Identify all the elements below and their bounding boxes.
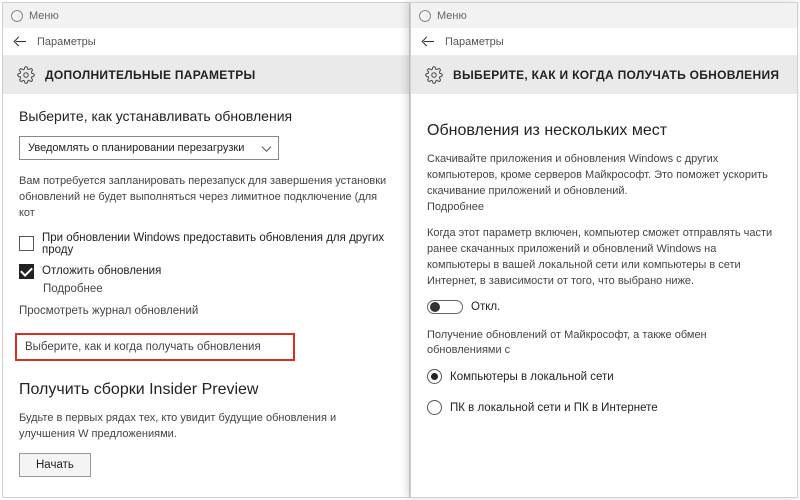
settings-window-advanced: Меню Параметры ДОПОЛНИТЕЛЬНЫЕ ПАРАМЕТРЫ …	[2, 2, 410, 498]
multi-description-2: Когда этот параметр включен, компьютер с…	[427, 226, 781, 290]
page-header: ДОПОЛНИТЕЛЬНЫЕ ПАРАМЕТРЫ	[3, 56, 409, 94]
breadcrumb[interactable]: Параметры	[37, 36, 96, 48]
app-icon	[11, 10, 23, 22]
checkbox-label: Отложить обновления	[42, 265, 161, 277]
checkbox-icon	[19, 236, 34, 251]
content: Выберите, как устанавливать обновления У…	[3, 94, 409, 491]
back-icon[interactable]	[13, 35, 27, 49]
radio-local-and-internet[interactable]: ПК в локальной сети и ПК в Интернете	[427, 400, 781, 415]
checkbox-other-products[interactable]: При обновлении Windows предоставить обно…	[19, 232, 393, 256]
checkbox-icon-checked	[19, 264, 34, 279]
toggle-label: Откл.	[471, 301, 500, 313]
source-description: Получение обновлений от Майкрософт, а та…	[427, 328, 781, 360]
settings-window-delivery: Меню Параметры ВЫБЕРИТЕ, КАК И КОГДА ПОЛ…	[410, 2, 798, 498]
update-history-link[interactable]: Просмотреть журнал обновлений	[19, 305, 393, 317]
insider-description: Будьте в первых рядах тех, кто увидит бу…	[19, 411, 393, 443]
radio-label: Компьютеры в локальной сети	[450, 371, 614, 383]
install-description: Вам потребуется запланировать перезапуск…	[19, 174, 393, 222]
delivery-optimization-link[interactable]: Выберите, как и когда получать обновлени…	[15, 333, 295, 361]
toggle-thumb	[430, 302, 440, 312]
radio-icon	[427, 400, 442, 415]
section-heading-insider: Получить сборки Insider Preview	[19, 381, 393, 399]
learn-more-link[interactable]: Подробнее	[43, 283, 393, 295]
toggle-track	[427, 300, 463, 314]
back-bar: Параметры	[411, 28, 797, 56]
gear-icon	[17, 66, 35, 84]
section-heading-install: Выберите, как устанавливать обновления	[19, 108, 393, 124]
breadcrumb[interactable]: Параметры	[445, 36, 504, 48]
radio-local-only[interactable]: Компьютеры в локальной сети	[427, 369, 781, 384]
section-heading-multi: Обновления из нескольких мест	[427, 122, 781, 140]
page-title: ВЫБЕРИТЕ, КАК И КОГДА ПОЛУЧАТЬ ОБНОВЛЕНИ…	[453, 68, 779, 82]
back-icon[interactable]	[421, 35, 435, 49]
titlebar-text: Меню	[29, 10, 59, 22]
content: Обновления из нескольких мест Скачивайте…	[411, 94, 797, 437]
radio-icon-checked	[427, 369, 442, 384]
titlebar[interactable]: Меню	[411, 3, 797, 28]
select-value: Уведомлять о планировании перезагрузки	[28, 142, 244, 154]
learn-more-link[interactable]: Подробнее	[427, 201, 484, 213]
page-header: ВЫБЕРИТЕ, КАК И КОГДА ПОЛУЧАТЬ ОБНОВЛЕНИ…	[411, 56, 797, 94]
install-mode-select[interactable]: Уведомлять о планировании перезагрузки	[19, 136, 279, 160]
titlebar-text: Меню	[437, 10, 467, 22]
start-button[interactable]: Начать	[19, 453, 91, 477]
gear-icon	[425, 66, 443, 84]
page-title: ДОПОЛНИТЕЛЬНЫЕ ПАРАМЕТРЫ	[45, 68, 256, 82]
checkbox-defer-updates[interactable]: Отложить обновления	[19, 264, 393, 279]
multi-description-1: Скачивайте приложения и обновления Windo…	[427, 152, 781, 216]
radio-label: ПК в локальной сети и ПК в Интернете	[450, 402, 658, 414]
back-bar: Параметры	[3, 28, 409, 56]
multi-source-toggle[interactable]: Откл.	[427, 300, 781, 314]
app-icon	[419, 10, 431, 22]
titlebar[interactable]: Меню	[3, 3, 409, 28]
checkbox-label: При обновлении Windows предоставить обно…	[42, 232, 393, 256]
